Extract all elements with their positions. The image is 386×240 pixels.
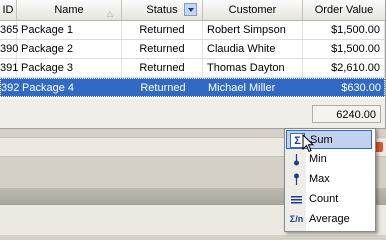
menu-item-max[interactable]: Max — [286, 170, 372, 189]
column-header-label: Order Value — [314, 4, 374, 16]
cell-name[interactable]: Package 2 — [17, 40, 122, 58]
cell-order-value[interactable]: $1,500.00 — [303, 40, 385, 58]
menu-item-min[interactable]: Min — [286, 150, 372, 169]
table-row[interactable]: 392 Package 4 Returned Michael Miller $630.0… — [0, 78, 385, 97]
data-grid: ID Name △ Status Customer Order Value 365… — [0, 0, 386, 129]
cell-customer[interactable]: Robert Simpson — [203, 21, 303, 39]
cell-status[interactable]: Returned — [123, 79, 204, 97]
mouse-cursor-icon — [302, 134, 315, 153]
column-header-status[interactable]: Status — [122, 0, 203, 20]
column-header-label: Name — [54, 4, 84, 16]
cell-customer[interactable]: Claudia White — [203, 40, 303, 58]
max-icon — [289, 172, 304, 187]
column-header-label: Customer — [228, 4, 277, 16]
cell-status[interactable]: Returned — [122, 59, 203, 77]
menu-item-average[interactable]: Σ/n Average — [286, 210, 372, 229]
cell-id[interactable]: 391 — [0, 59, 18, 77]
column-header-name[interactable]: Name △ — [17, 0, 122, 20]
column-header-order-value[interactable]: Order Value — [303, 0, 385, 20]
column-header-label: Status — [146, 4, 178, 16]
min-icon — [289, 152, 304, 167]
menu-item-label: Average — [309, 213, 350, 225]
cell-id[interactable]: 365 — [0, 21, 18, 39]
cell-customer[interactable]: Thomas Dayton — [203, 59, 303, 77]
menu-item-sum[interactable]: Σ Sum — [286, 130, 372, 149]
cell-name[interactable]: Package 4 — [18, 79, 123, 97]
cell-name[interactable]: Package 3 — [17, 59, 122, 77]
menu-item-count[interactable]: Count — [286, 190, 372, 209]
column-header-row: ID Name △ Status Customer Order Value — [0, 0, 385, 21]
cell-id[interactable]: 392 — [1, 79, 19, 97]
cell-status[interactable]: Returned — [122, 40, 203, 58]
grid-footer: 6240.00 — [0, 99, 385, 128]
cell-customer[interactable]: Michael Miller — [204, 79, 304, 97]
table-row[interactable]: 365 Package 1 Returned Robert Simpson $1,500… — [0, 21, 385, 40]
filter-dropdown-icon[interactable] — [184, 3, 197, 16]
cell-id[interactable]: 390 — [0, 40, 18, 58]
menu-item-label: Count — [309, 193, 339, 205]
summary-context-menu: Σ Sum Min Max Count Σ/n Average — [284, 128, 376, 232]
cell-order-value[interactable]: $630.00 — [304, 79, 386, 97]
cell-status[interactable]: Returned — [122, 21, 203, 39]
cell-name[interactable]: Package 1 — [17, 21, 122, 39]
column-header-id[interactable]: ID — [0, 0, 17, 20]
average-icon: Σ/n — [289, 214, 304, 224]
cell-order-value[interactable]: $1,500.00 — [303, 21, 385, 39]
footer-summary-cell[interactable]: 6240.00 — [312, 105, 381, 123]
cell-order-value[interactable]: $2,610.00 — [303, 59, 385, 77]
column-header-customer[interactable]: Customer — [203, 0, 303, 20]
table-row[interactable]: 391 Package 3 Returned Thomas Dayton $2,610.… — [0, 59, 385, 78]
menu-item-label: Max — [309, 173, 330, 185]
column-header-label: ID — [2, 4, 14, 16]
count-icon — [289, 192, 304, 207]
table-row[interactable]: 390 Package 2 Returned Claudia White $1,500.… — [0, 40, 385, 59]
